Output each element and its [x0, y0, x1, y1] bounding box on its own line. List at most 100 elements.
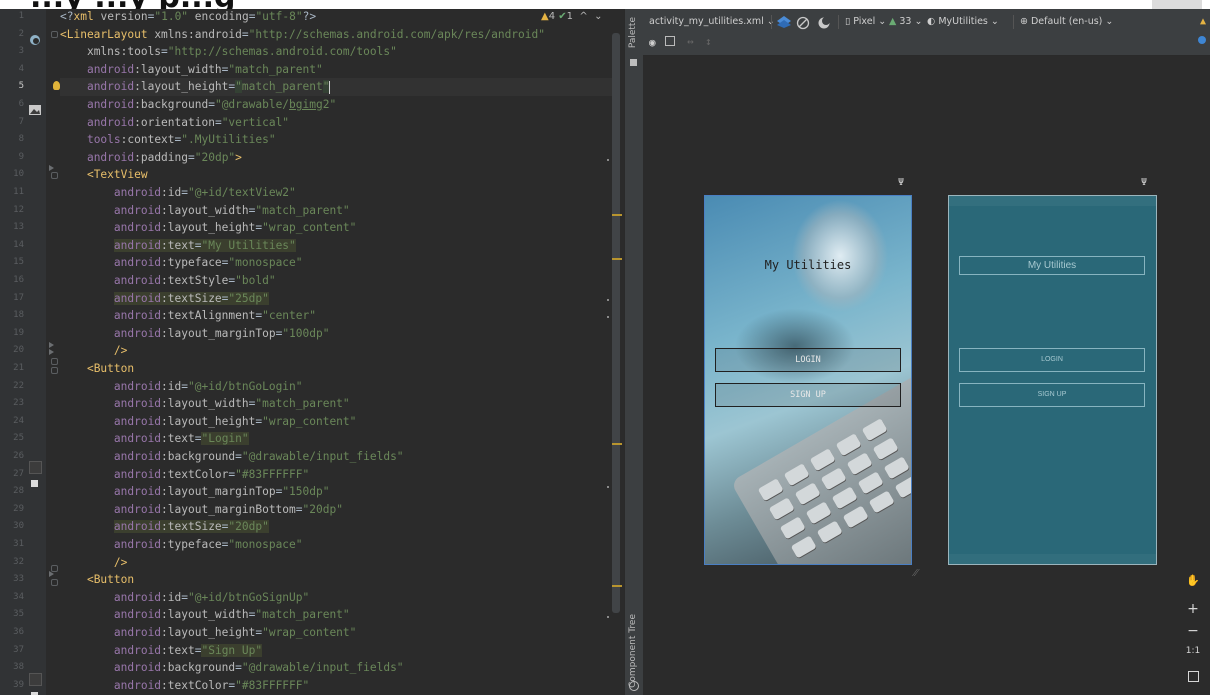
color-swatch-icon[interactable]	[29, 673, 42, 686]
code-line[interactable]: android:id="@+id/textView2"	[60, 184, 612, 202]
eye-icon[interactable]: ◉	[649, 36, 656, 49]
file-selector[interactable]: activity_my_utilities.xml ⌄	[649, 16, 775, 27]
code-line[interactable]: <TextView	[60, 166, 612, 184]
preview-signup-button[interactable]: SIGN UP	[715, 383, 901, 407]
scroll-tick	[607, 316, 609, 318]
fold-icon[interactable]	[51, 579, 58, 586]
code-line[interactable]: android:textColor="#83FFFFFF"	[60, 466, 612, 484]
blueprint-signup-button[interactable]: SIGN UP	[959, 383, 1145, 407]
code-line[interactable]: android:textColor="#83FFFFFF"	[60, 677, 612, 695]
code-line[interactable]: android:layout_width="match_parent"	[60, 61, 612, 79]
code-line[interactable]: <Button	[60, 360, 612, 378]
code-area[interactable]: <?xml version="1.0" encoding="utf-8"?> <L…	[53, 9, 612, 695]
fold-icon[interactable]	[51, 31, 58, 38]
color-swatch-icon[interactable]	[31, 480, 38, 487]
code-line[interactable]: <LinearLayout xmlns:android="http://sche…	[60, 26, 612, 44]
resize-handle-icon[interactable]: ⁄⁄	[914, 566, 918, 579]
line-number: 22	[13, 380, 24, 391]
code-line[interactable]: android:textStyle="bold"	[60, 272, 612, 290]
code-line[interactable]: android:layout_marginTop="100dp"	[60, 325, 612, 343]
code-line[interactable]: android:layout_width="match_parent"	[60, 606, 612, 624]
warning-icon[interactable]: ▲	[1200, 16, 1206, 27]
blueprint-login-button[interactable]: LOGIN	[959, 348, 1145, 372]
line-number: 28	[13, 486, 24, 497]
pin-icon[interactable]: Ψ	[1141, 177, 1147, 188]
window-tab[interactable]	[1152, 0, 1202, 9]
chevron-up-icon[interactable]: ^	[576, 11, 587, 22]
device-selector[interactable]: ▯ Pixel ⌄	[845, 16, 886, 27]
code-line[interactable]: android:text="My Utilities"	[60, 237, 612, 255]
code-line[interactable]: />	[60, 554, 612, 572]
code-line[interactable]: android:background="@drawable/bgimg2"	[60, 96, 612, 114]
blueprint-nav-bar	[949, 554, 1156, 564]
vertical-resize-icon[interactable]: ↕	[705, 35, 712, 48]
code-line[interactable]: android:layout_width="match_parent"	[60, 395, 612, 413]
code-line[interactable]: android:background="@drawable/input_fiel…	[60, 659, 612, 677]
night-mode-icon[interactable]	[817, 15, 831, 34]
code-line[interactable]: android:textAlignment="center"	[60, 307, 612, 325]
code-line[interactable]: android:padding="20dp">	[60, 149, 612, 167]
code-line[interactable]: android:layout_width="match_parent"	[60, 202, 612, 220]
line-number: 21	[13, 363, 24, 373]
scroll-marker	[612, 214, 622, 216]
image-preview-icon[interactable]	[29, 101, 41, 115]
code-line[interactable]: android:textSize="25dp"	[60, 290, 612, 308]
code-line[interactable]: android:id="@+id/btnGoSignUp"	[60, 589, 612, 607]
code-line[interactable]: android:text="Login"	[60, 430, 612, 448]
code-line[interactable]: android:layout_marginTop="150dp"	[60, 483, 612, 501]
design-preview[interactable]: My Utilities LOGIN SIGN UP	[704, 195, 912, 565]
code-line[interactable]: android:textSize="20dp"	[60, 518, 612, 536]
zoom-out-button[interactable]: −	[1182, 623, 1204, 643]
component-tree-tab[interactable]: Component Tree	[628, 614, 638, 688]
theme-selector[interactable]: ◐ MyUtilities ⌄	[927, 16, 999, 27]
code-line[interactable]: tools:context=".MyUtilities"	[60, 131, 612, 149]
lightbulb-icon[interactable]	[53, 81, 60, 91]
preview-login-button[interactable]: LOGIN	[715, 348, 901, 372]
zoom-in-button[interactable]: +	[1182, 601, 1204, 621]
code-line[interactable]: <?xml version="1.0" encoding="utf-8"?>	[60, 9, 612, 26]
code-line[interactable]: android:text="Sign Up"	[60, 642, 612, 660]
code-line[interactable]: android:typeface="monospace"	[60, 254, 612, 272]
code-line[interactable]: />	[60, 342, 612, 360]
line-number: 12	[13, 204, 24, 215]
fold-icon[interactable]	[51, 358, 58, 365]
palette-tab[interactable]: Palette	[628, 17, 638, 48]
fold-icon[interactable]	[51, 172, 58, 179]
code-line[interactable]: android:orientation="vertical"	[60, 114, 612, 132]
pan-hand-icon[interactable]: ✋	[1182, 574, 1204, 594]
code-line[interactable]: xmlns:tools="http://schemas.android.com/…	[60, 43, 612, 61]
horizontal-resize-icon[interactable]: ↔	[687, 35, 694, 48]
code-line[interactable]: <Button	[60, 571, 612, 589]
design-surface-icon[interactable]	[776, 14, 792, 33]
code-line[interactable]: android:layout_height="wrap_content"	[60, 219, 612, 237]
code-line[interactable]: android:typeface="monospace"	[60, 536, 612, 554]
chevron-down-icon[interactable]: ⌄	[591, 11, 602, 22]
code-line[interactable]: android:background="@drawable/input_fiel…	[60, 448, 612, 466]
locale-selector[interactable]: ⊕ Default (en-us) ⌄	[1020, 16, 1113, 27]
preview-title[interactable]: My Utilities	[705, 258, 911, 272]
code-line[interactable]: android:layout_height="match_parent"	[53, 78, 612, 96]
api-level-selector[interactable]: ▲ 33 ⌄	[889, 16, 922, 27]
zoom-fit-icon[interactable]	[1182, 667, 1204, 687]
fold-icon[interactable]	[51, 565, 58, 572]
code-line[interactable]: android:id="@+id/btnGoLogin"	[60, 378, 612, 396]
inspection-status[interactable]: ▲4 ✔1 ^ ⌄	[541, 11, 603, 22]
android-icon[interactable]	[29, 31, 41, 45]
blueprint-preview[interactable]: My Utilities LOGIN SIGN UP	[948, 195, 1157, 565]
help-icon[interactable]	[1198, 36, 1206, 44]
fold-icon[interactable]	[51, 367, 58, 374]
line-number: 35	[13, 609, 24, 620]
vertical-scrollbar[interactable]	[612, 33, 620, 613]
color-swatch-icon[interactable]	[29, 461, 42, 474]
code-line[interactable]: android:layout_height="wrap_content"	[60, 413, 612, 431]
blueprint-title[interactable]: My Utilities	[959, 256, 1145, 275]
zoom-actual-size-button[interactable]: 1:1	[1182, 646, 1204, 666]
code-editor[interactable]: 1 2 3 4 5 6 7 8 9 10 11 12 13 14 15 16 17 18 19 20 21 22 23 24 2…	[0, 9, 624, 695]
line-number: 20	[13, 345, 24, 356]
code-line[interactable]: android:layout_marginBottom="20dp"	[60, 501, 612, 519]
blueprint-toggle-icon[interactable]	[665, 36, 675, 46]
line-number: 14	[13, 239, 24, 250]
orientation-icon[interactable]	[796, 15, 810, 34]
code-line[interactable]: android:layout_height="wrap_content"	[60, 624, 612, 642]
pin-icon[interactable]: Ψ	[898, 177, 904, 188]
